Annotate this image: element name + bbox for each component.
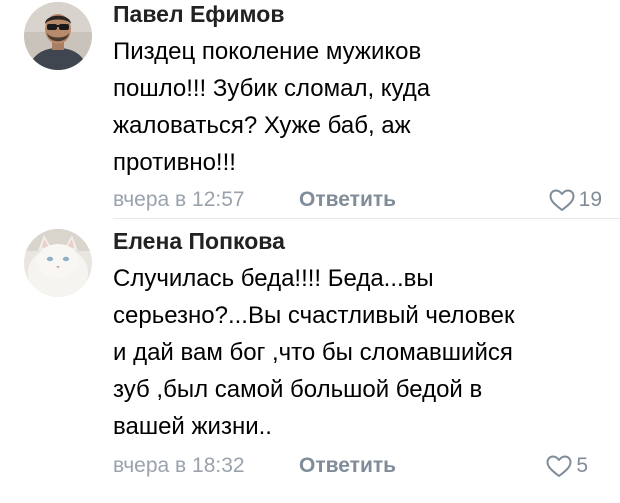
comment-timestamp[interactable]: вчера в 18:32 (113, 451, 245, 481)
comment-text-line: серьезно?...Вы счастливый человек (113, 302, 515, 329)
reply-button[interactable]: Ответить (299, 451, 396, 481)
comment-author[interactable]: Павел Ефимов (113, 0, 602, 28)
comment-text-line: и дай вам бог ,что бы сломавшийся (113, 339, 513, 366)
comment-text-line: зуб ,был самой большой бедой в (113, 376, 483, 403)
comment-text-line: противно!!! (113, 149, 236, 176)
like-button[interactable]: 5 (546, 451, 588, 481)
comment-timestamp[interactable]: вчера в 12:57 (113, 185, 245, 215)
comment-divider (113, 218, 620, 219)
comment-text-line: Пиздец поколение мужиков (113, 38, 422, 65)
like-count: 5 (576, 454, 588, 477)
comment-text-line: жаловаться? Хуже баб, аж (113, 112, 411, 139)
like-count: 19 (578, 188, 602, 211)
avatar[interactable] (24, 229, 92, 297)
like-button[interactable]: 19 (549, 185, 602, 215)
comment-meta: вчера в 12:57 Ответить 19 (113, 185, 602, 215)
comment-text-line: Случилась беда!!!! Беда...вы (113, 265, 434, 292)
reply-button[interactable]: Ответить (299, 185, 396, 215)
avatar-image (24, 229, 92, 297)
comment-author[interactable]: Елена Попкова (113, 227, 602, 255)
comment-text-line: пошло!!! Зубик сломал, куда (113, 75, 431, 102)
avatar[interactable] (24, 2, 92, 70)
comment-text: Пиздец поколение мужиков пошло!!! Зубик … (113, 33, 602, 181)
heart-outline-icon (546, 455, 572, 477)
comment-text: Случилась беда!!!! Беда...вы серьезно?..… (113, 260, 602, 445)
avatar-image (24, 2, 92, 70)
heart-outline-icon (549, 189, 575, 211)
comment-text-line: вашей жизни.. (113, 413, 272, 440)
comment-meta: вчера в 18:32 Ответить 5 (113, 451, 602, 481)
